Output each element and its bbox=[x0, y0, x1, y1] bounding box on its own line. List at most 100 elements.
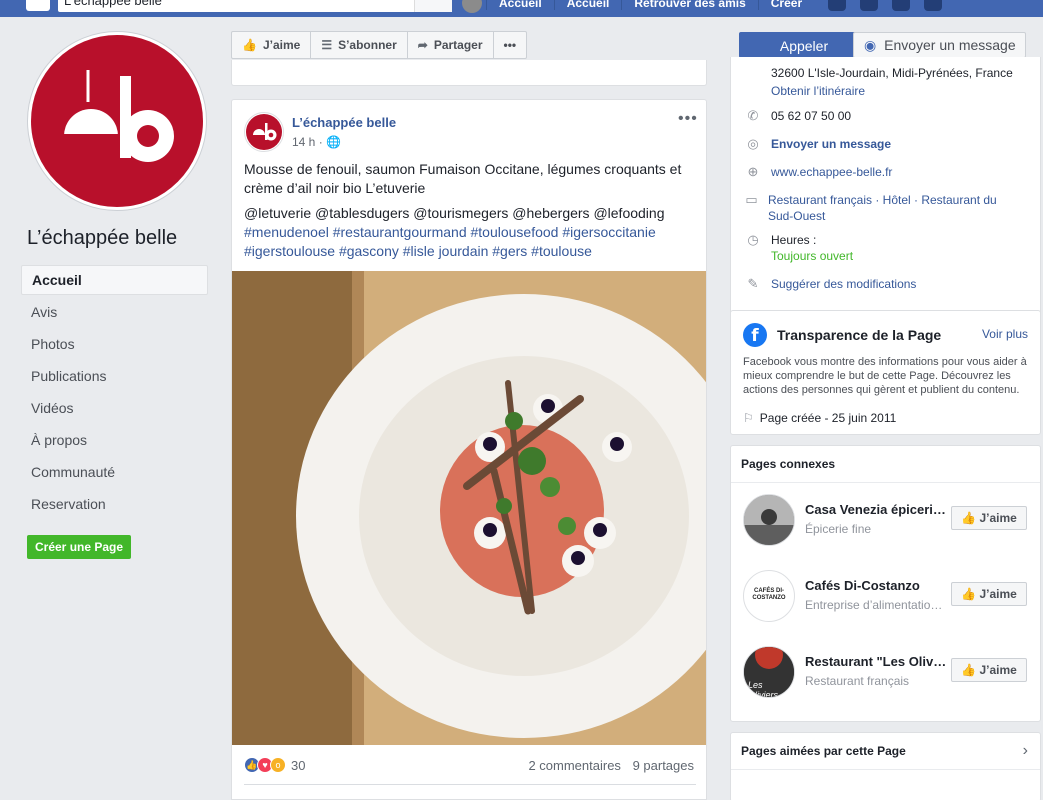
reactions-summary[interactable]: 👍 ♥ o 30 bbox=[244, 757, 305, 773]
messenger-icon[interactable] bbox=[860, 0, 879, 11]
transparency-card: f Transparence de la Page Voir plus Face… bbox=[730, 310, 1041, 435]
transparency-header: f Transparence de la Page bbox=[743, 323, 941, 347]
follow-label: S’abonner bbox=[338, 38, 397, 52]
page-nav-photos[interactable]: Photos bbox=[21, 329, 208, 359]
related-page-thumb[interactable]: CAFÉS DI-COSTANZO bbox=[743, 570, 795, 622]
post-tags: @letuverie @tablesdugers @tourismegers @… bbox=[244, 204, 696, 261]
related-page-thumb[interactable] bbox=[743, 494, 795, 546]
thumbs-up-icon: 👍 bbox=[961, 511, 977, 525]
food-photo-image bbox=[232, 271, 706, 745]
create-page-button[interactable]: Créer une Page bbox=[27, 535, 132, 559]
send-message-button[interactable]: ◉ Envoyer un message bbox=[853, 32, 1026, 58]
page-nav-community[interactable]: Communauté bbox=[21, 457, 208, 487]
page-nav-reservation[interactable]: Reservation bbox=[21, 489, 208, 519]
chevron-right-icon[interactable]: › bbox=[1023, 742, 1028, 760]
post-divider bbox=[244, 784, 696, 785]
post-photo[interactable] bbox=[232, 271, 706, 745]
related-page-name[interactable]: Casa Venezia épicerie fine bbox=[805, 502, 949, 517]
post-hashtags[interactable]: #menudenoel #restaurantgourmand #toulous… bbox=[244, 224, 656, 259]
liked-pages-title[interactable]: Pages aimées par cette Page bbox=[741, 744, 906, 758]
more-label: ••• bbox=[503, 38, 517, 52]
top-bar: L'échappée belle Accueil Accueil Retrouv… bbox=[0, 0, 1043, 17]
search-button[interactable] bbox=[414, 0, 452, 12]
phone-icon: ✆ bbox=[747, 108, 759, 123]
suggest-edits-link[interactable]: Suggérer des modifications bbox=[771, 276, 916, 292]
suggest-row: ✎ Suggérer des modifications bbox=[743, 276, 917, 292]
shares-count-link[interactable]: 9 partages bbox=[633, 758, 694, 773]
help-icon[interactable] bbox=[924, 0, 943, 11]
phone-number[interactable]: 05 62 07 50 00 bbox=[771, 108, 851, 124]
page-created-text: Page créée - 25 juin 2011 bbox=[759, 411, 897, 425]
comments-count-link[interactable]: 2 commentaires bbox=[528, 758, 620, 773]
flag-icon: ⚐ bbox=[743, 411, 754, 425]
top-nav-find-friends[interactable]: Retrouver des amis bbox=[621, 0, 757, 10]
post-meta: 14 h · 🌐 bbox=[292, 135, 341, 149]
friends-icon[interactable] bbox=[828, 0, 847, 11]
page-nav-videos[interactable]: Vidéos bbox=[21, 393, 208, 423]
directions-link[interactable]: Obtenir l’itinéraire bbox=[771, 83, 865, 99]
thumbs-up-icon: 👍 bbox=[961, 587, 977, 601]
page-nav-reviews[interactable]: Avis bbox=[21, 297, 208, 327]
wow-reaction-icon: o bbox=[270, 757, 286, 773]
facebook-logo-icon[interactable] bbox=[26, 0, 50, 11]
share-button[interactable]: ➦ Partager bbox=[408, 32, 494, 58]
like-label: J’aime bbox=[979, 511, 1017, 525]
top-nav: Accueil Accueil Retrouver des amis Créer bbox=[462, 0, 943, 14]
hours-block: Heures : Toujours ouvert bbox=[771, 232, 853, 264]
post-options-button[interactable]: ••• bbox=[678, 110, 698, 128]
more-options-button[interactable]: ••• bbox=[494, 32, 527, 58]
page-nav-posts[interactable]: Publications bbox=[21, 361, 208, 391]
avatar[interactable] bbox=[462, 0, 482, 13]
like-related-page-button[interactable]: 👍 J’aime bbox=[951, 506, 1027, 530]
website-link[interactable]: www.echappee-belle.fr bbox=[771, 164, 892, 180]
post-body: Mousse de fenouil, saumon Fumaison Occit… bbox=[244, 160, 696, 267]
website-row: ⊕ www.echappee-belle.fr bbox=[743, 164, 893, 180]
previous-post-footer bbox=[231, 60, 707, 86]
related-page-name[interactable]: Cafés Di-Costanzo bbox=[805, 578, 949, 593]
top-nav-create[interactable]: Créer bbox=[757, 0, 814, 10]
page-created-row: ⚐ Page créée - 25 juin 2011 bbox=[743, 411, 896, 425]
search-input[interactable]: L'échappée belle bbox=[58, 0, 452, 12]
follow-button[interactable]: ☰ S’abonner bbox=[311, 32, 408, 58]
call-button[interactable]: Appeler bbox=[739, 32, 869, 58]
shop-photo-image bbox=[744, 495, 794, 545]
page-nav-home[interactable]: Accueil bbox=[21, 265, 208, 295]
related-page-category: Restaurant français bbox=[805, 674, 910, 688]
like-label: J’aime bbox=[979, 587, 1017, 601]
see-more-link[interactable]: Voir plus bbox=[982, 327, 1028, 341]
post-mentions[interactable]: @letuverie @tablesdugers @tourismegers @… bbox=[244, 205, 665, 221]
top-nav-home[interactable]: Accueil bbox=[486, 0, 554, 10]
share-label: Partager bbox=[433, 38, 483, 52]
thumbs-up-icon: 👍 bbox=[961, 663, 977, 677]
messenger-icon: ◉ bbox=[864, 37, 877, 53]
post-author-link[interactable]: L’échappée belle bbox=[292, 115, 396, 130]
related-page-item: Les Oliviers Restaurant "Les Oliviers" R… bbox=[741, 646, 1031, 702]
globe-icon: ⊕ bbox=[747, 164, 759, 179]
rss-icon: ☰ bbox=[321, 38, 333, 52]
send-message-link[interactable]: Envoyer un message bbox=[771, 136, 891, 152]
related-page-thumb[interactable]: Les Oliviers bbox=[743, 646, 795, 698]
page-action-group: 👍 J’aime ☰ S’abonner ➦ Partager ••• bbox=[231, 31, 528, 59]
directions-row: Obtenir l’itinéraire bbox=[771, 83, 865, 99]
reactions-count: 30 bbox=[291, 757, 306, 773]
post-time[interactable]: 14 h bbox=[292, 135, 315, 149]
related-page-item: Casa Venezia épicerie fine Épicerie fine… bbox=[741, 494, 1031, 550]
categories-row: ▭ Restaurant français · Hôtel · Restaura… bbox=[743, 192, 1013, 224]
categories-links[interactable]: Restaurant français · Hôtel · Restaurant… bbox=[768, 192, 1013, 224]
post-avatar[interactable] bbox=[244, 112, 284, 152]
thumb-logo-text: CAFÉS DI-COSTANZO bbox=[752, 588, 786, 601]
top-nav-home-2[interactable]: Accueil bbox=[553, 0, 622, 10]
messenger-icon: ◎ bbox=[747, 136, 759, 151]
profile-picture[interactable] bbox=[27, 31, 207, 211]
like-related-page-button[interactable]: 👍 J’aime bbox=[951, 658, 1027, 682]
like-label: J’aime bbox=[979, 663, 1017, 677]
facebook-logo-icon: f bbox=[743, 323, 767, 347]
like-page-button[interactable]: 👍 J’aime bbox=[232, 32, 312, 58]
post-card: L’échappée belle 14 h · 🌐 ••• Mousse de … bbox=[231, 99, 707, 800]
like-related-page-button[interactable]: 👍 J’aime bbox=[951, 582, 1027, 606]
related-page-name[interactable]: Restaurant "Les Oliviers" bbox=[805, 654, 949, 669]
page-nav-about[interactable]: À propos bbox=[21, 425, 208, 455]
message-row: ◎ Envoyer un message bbox=[743, 136, 891, 152]
notifications-icon[interactable] bbox=[892, 0, 911, 11]
hours-label: Heures : bbox=[771, 233, 817, 247]
